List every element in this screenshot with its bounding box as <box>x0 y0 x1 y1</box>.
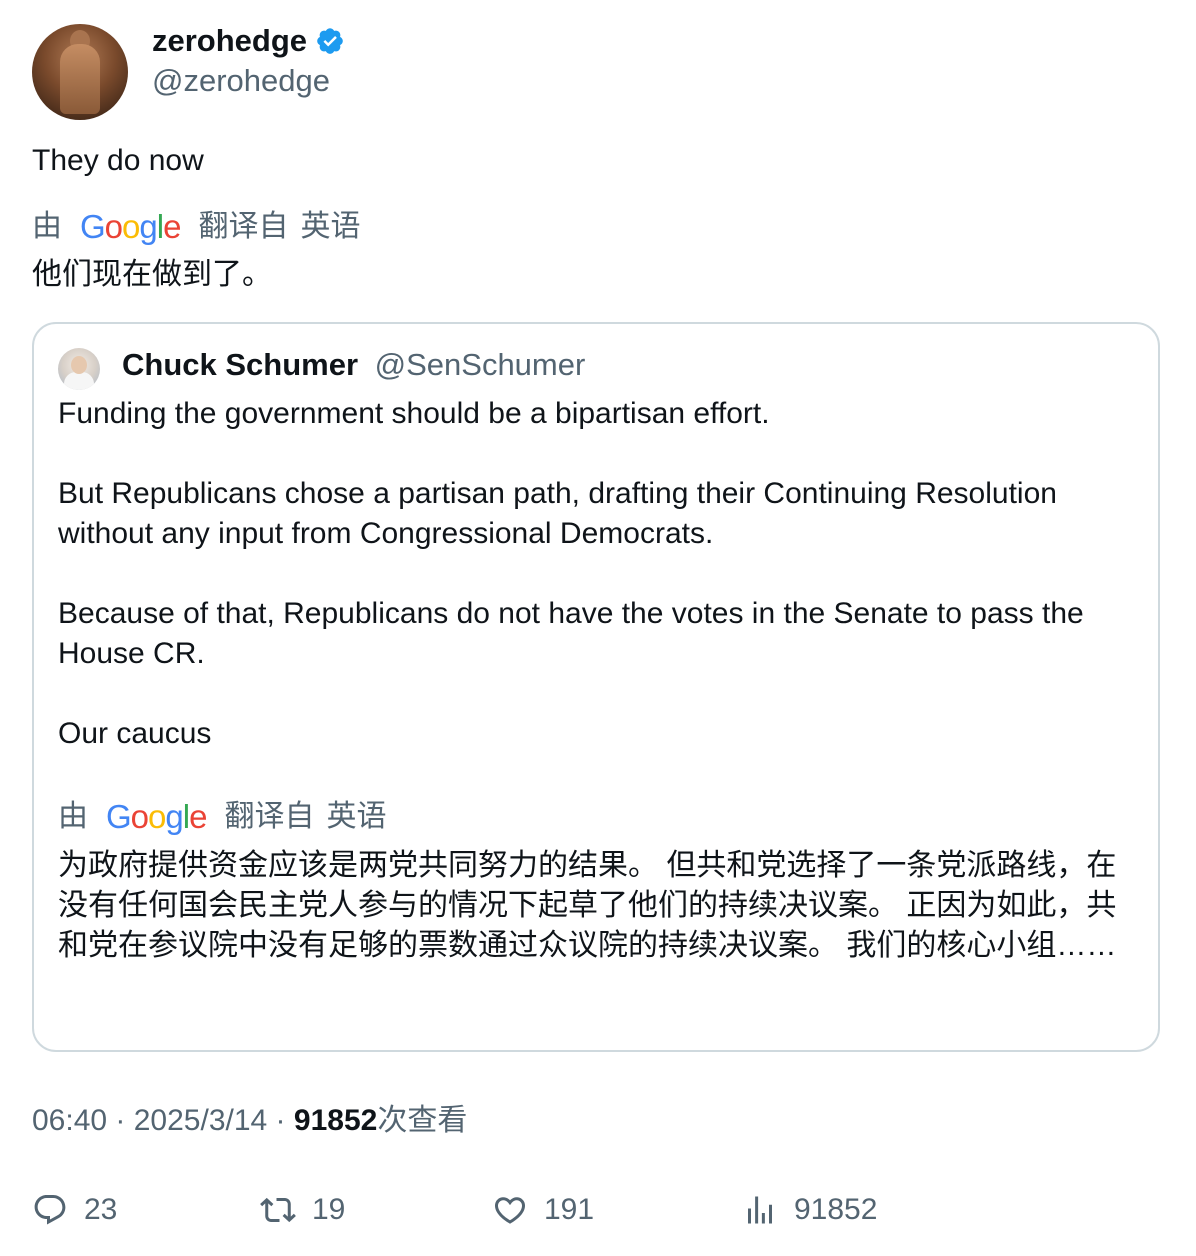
google-logo: Google <box>80 208 181 245</box>
translation-attribution: 由 Google 翻译自 英语 <box>32 208 360 246</box>
author-name[interactable]: zerohedge <box>152 22 345 60</box>
quoted-tweet-card[interactable]: Chuck Schumer @SenSchumer Funding the go… <box>32 322 1160 1052</box>
like-icon <box>494 1197 526 1224</box>
like-button[interactable]: 191 <box>492 1188 594 1232</box>
reply-icon <box>34 1195 66 1225</box>
quoted-author-handle: @SenSchumer <box>374 347 586 382</box>
views-button[interactable]: 91852 <box>742 1188 877 1232</box>
tweet-text: They do now <box>32 144 204 177</box>
action-bar: 23 19 191 91852 <box>32 1188 1162 1232</box>
tweet-date[interactable]: 2025/3/14 <box>134 1104 267 1137</box>
quoted-paragraph: Our caucus <box>58 717 212 750</box>
reply-count: 23 <box>84 1193 118 1226</box>
views-icon <box>748 1196 772 1224</box>
quoted-translation-attribution: 由 Google 翻译自 英语 <box>58 798 386 836</box>
quoted-tweet-translation: 为政府提供资金应该是两党共同努力的结果。 但共和党选择了一条党派路线，在没有任何… <box>58 849 1117 962</box>
views-count: 91852 <box>293 1104 378 1137</box>
translate-by-label: 由 <box>32 210 62 243</box>
avatar-face-shape <box>71 356 87 374</box>
retweet-count: 19 <box>312 1193 346 1226</box>
retweet-icon <box>260 1197 296 1223</box>
translated-from-label: 翻译自 <box>224 800 315 833</box>
source-language: 英语 <box>326 800 387 833</box>
avatar-figure-shape <box>60 44 100 114</box>
meta-separator: · <box>267 1104 294 1137</box>
author-avatar[interactable] <box>32 24 128 120</box>
avatar-shirt-shape <box>64 372 94 390</box>
quoted-tweet-header: Chuck Schumer @SenSchumer <box>122 346 585 384</box>
quoted-paragraph: Funding the government should be a bipar… <box>58 397 770 430</box>
author-handle[interactable]: @zerohedge <box>152 62 330 100</box>
source-language: 英语 <box>300 210 361 243</box>
google-logo: Google <box>106 798 207 835</box>
author-name-text[interactable]: zerohedge <box>152 22 307 60</box>
tweet-meta: 06:40 · 2025/3/14 · 91852次查看 <box>32 1102 467 1140</box>
tweet-translation: 他们现在做到了。 <box>32 258 272 291</box>
like-count: 191 <box>544 1193 595 1226</box>
quoted-tweet-body: Funding the government should be a bipar… <box>58 394 1138 794</box>
meta-separator: · <box>107 1104 134 1137</box>
translated-from-label: 翻译自 <box>198 210 289 243</box>
translate-by-label: 由 <box>58 800 88 833</box>
quoted-paragraph: But Republicans chose a partisan path, d… <box>58 477 1057 550</box>
quoted-author-avatar <box>58 348 100 390</box>
tweet-time[interactable]: 06:40 <box>32 1104 107 1137</box>
views-action-count: 91852 <box>794 1193 878 1226</box>
quoted-paragraph: Because of that, Republicans do not have… <box>58 597 1084 670</box>
views-label: 次查看 <box>377 1104 468 1137</box>
reply-button[interactable]: 23 <box>32 1188 117 1232</box>
verified-badge-icon <box>317 28 343 54</box>
retweet-button[interactable]: 19 <box>260 1188 345 1232</box>
quoted-author-name: Chuck Schumer <box>122 347 359 382</box>
